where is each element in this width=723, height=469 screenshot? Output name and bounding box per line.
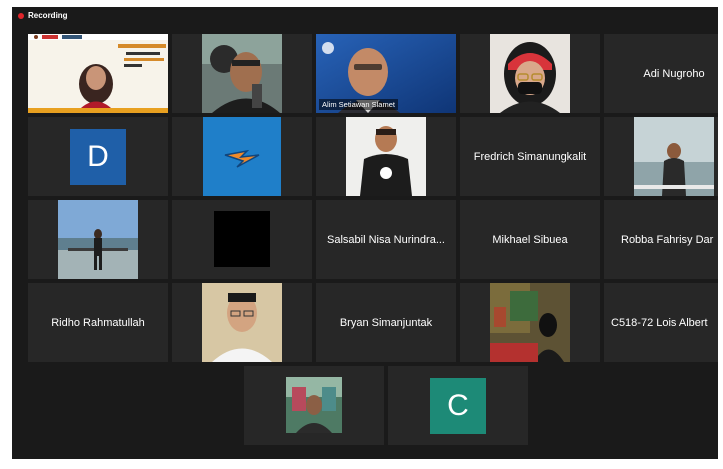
- participant-video: [58, 200, 138, 279]
- participant-tile-robba[interactable]: Robba Fahrisy Dar: [604, 200, 718, 279]
- participant-tile-formal[interactable]: [172, 283, 312, 362]
- recording-label: Recording: [28, 11, 68, 20]
- participant-tile-adi[interactable]: Adi Nugroho: [604, 34, 718, 113]
- participant-tile-fredrich[interactable]: Fredrich Simanungkalit: [460, 117, 600, 196]
- participant-tile-lois[interactable]: C518-72 Lois Albert: [604, 283, 718, 362]
- participant-tile-garden[interactable]: [244, 366, 384, 445]
- participant-tile-boat[interactable]: [604, 117, 718, 196]
- participant-video: [634, 117, 714, 196]
- participant-name: Fredrich Simanungkalit: [473, 150, 587, 163]
- participant-name: Bryan Simanjuntak: [339, 316, 433, 329]
- participant-name: Ridho Rahmatullah: [51, 316, 145, 329]
- participant-video: [286, 377, 342, 433]
- participant-name: Adi Nugroho: [643, 67, 705, 80]
- avatar: C: [430, 377, 486, 434]
- participant-video: [490, 34, 570, 113]
- active-speaker-name: Alim Setiawan Slamet: [319, 99, 398, 110]
- participant-name: Mikhael Sibuea: [492, 233, 568, 246]
- participant-tile-mikhael[interactable]: Mikhael Sibuea: [460, 200, 600, 279]
- participant-tile-ridho[interactable]: Ridho Rahmatullah: [28, 283, 168, 362]
- participant-tile-c[interactable]: C: [388, 366, 528, 445]
- participant-tile-presentation[interactable]: [28, 34, 168, 113]
- recording-indicator[interactable]: Recording: [18, 11, 68, 20]
- participant-video: [202, 34, 282, 113]
- participant-name: Robba Fahrisy Dar: [621, 233, 714, 246]
- participant-tile-thunder-logo[interactable]: [172, 117, 312, 196]
- participant-name: Salsabil Nisa Nurindra...: [327, 233, 445, 246]
- participant-tile-landscape[interactable]: [28, 200, 168, 279]
- recording-dot-icon: [18, 12, 24, 19]
- participant-tile-diver[interactable]: [172, 34, 312, 113]
- participant-tile-salsabil[interactable]: Salsabil Nisa Nurindra...: [316, 200, 456, 279]
- thunder-logo-icon: [203, 117, 281, 196]
- participant-video: [490, 283, 570, 362]
- participant-tile-bryan[interactable]: Bryan Simanjuntak: [316, 283, 456, 362]
- avatar: D: [70, 128, 126, 185]
- participant-name: C518-72 Lois Albert: [611, 316, 708, 329]
- participant-tile-active-speaker[interactable]: Alim Setiawan Slamet: [316, 34, 456, 113]
- shared-slide-video: [28, 34, 168, 113]
- participant-tile-hijab[interactable]: [460, 34, 600, 113]
- participant-tile-tshirt[interactable]: [316, 117, 456, 196]
- participant-video: [346, 117, 426, 196]
- participant-tile-room[interactable]: [460, 283, 600, 362]
- participant-tile-black[interactable]: [172, 200, 312, 279]
- participant-tile-d[interactable]: D: [28, 117, 168, 196]
- participant-video-off: [214, 211, 270, 267]
- participant-video: [202, 283, 282, 362]
- meeting-gallery: Recording Alim Setiawan Slamet Adi Nugro…: [12, 7, 718, 459]
